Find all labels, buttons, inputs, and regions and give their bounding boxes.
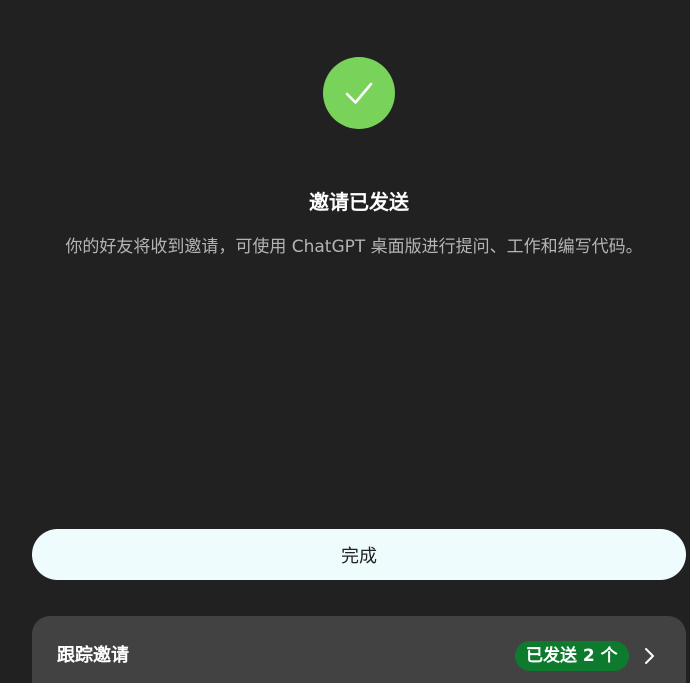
invite-sent-dialog: 邀请已发送 你的好友将收到邀请，可使用 ChatGPT 桌面版进行提问、工作和编…	[0, 0, 690, 683]
done-button[interactable]: 完成	[32, 529, 686, 580]
dialog-description: 你的好友将收到邀请，可使用 ChatGPT 桌面版进行提问、工作和编写代码。	[65, 237, 643, 257]
success-check-badge	[323, 57, 395, 129]
chevron-right-icon	[645, 648, 654, 664]
sent-count-badge: 已发送 2 个	[515, 641, 629, 671]
track-invites-row[interactable]: 跟踪邀请 已发送 2 个	[32, 616, 686, 683]
dialog-title: 邀请已发送	[309, 190, 409, 214]
track-invites-label: 跟踪邀请	[57, 645, 129, 666]
check-icon	[345, 82, 373, 104]
